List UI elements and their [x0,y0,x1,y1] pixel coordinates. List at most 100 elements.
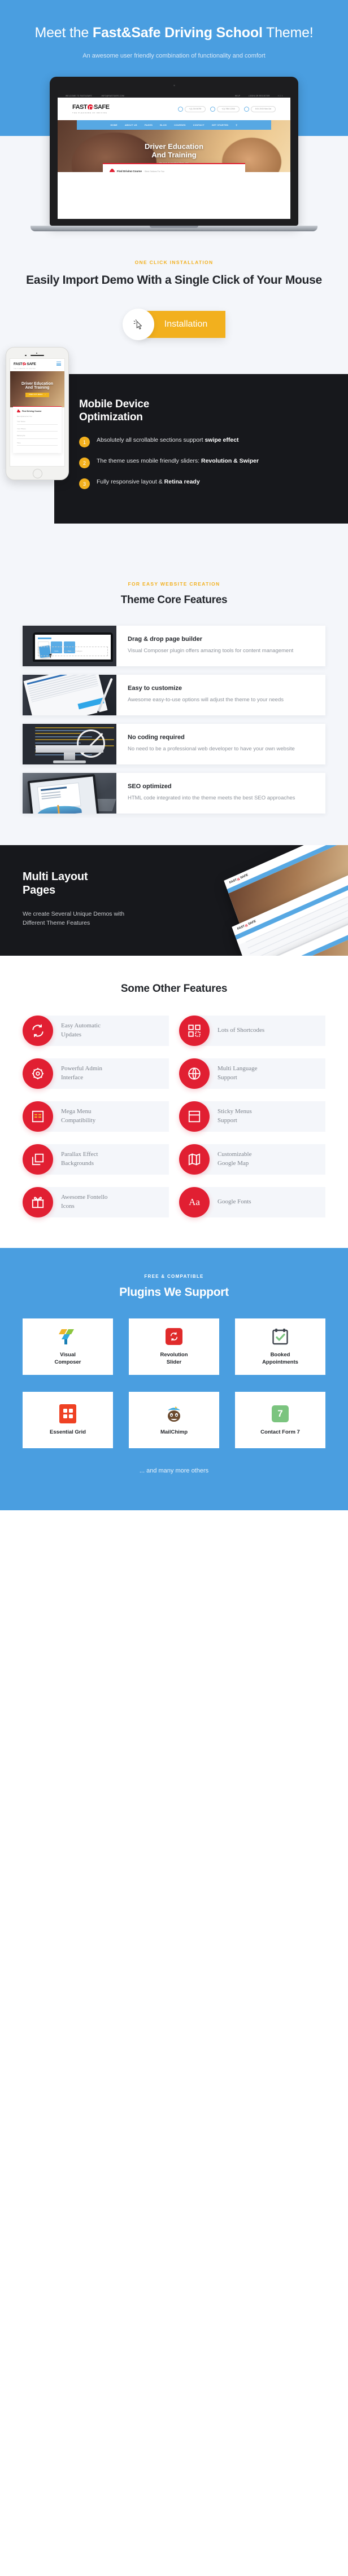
plugin-card[interactable]: Booked Appointments [235,1318,325,1375]
contact-phone-1: +(1) 234 56789 [184,105,206,112]
social-icons: f ☐ t [278,94,282,97]
preview-hero-title: Driver Education And Training [144,142,204,160]
mobile-info-panel: Mobile Device Optimization 1 Absolutely a… [54,373,348,524]
plugin-card[interactable]: Essential Grid [23,1391,113,1448]
preview-page-body [58,172,290,208]
mobile-optimization-section: FAST SAFE THE PLEASURE OF DRIVING Driver … [0,346,348,556]
hero-title-pre: Meet the [34,25,93,41]
feature-title: Drag & drop page builder [128,636,203,643]
seo-tablet-thumb [23,772,116,814]
drop-zone-label: Drag here to add widgets [38,646,108,656]
feature-tile-label: Easy Automatic Updates [61,1022,101,1038]
feature-tile: Mega Menu Compatibility [23,1101,169,1132]
phone-card-sub: Best Options For You [17,415,32,418]
laptop-camera-icon [173,85,175,87]
phone-home-button-icon [32,468,42,478]
laptop-device: WELCOME TO FAST&SAFE INFO@FASTSAFE.COM H… [31,77,317,232]
phone-icon [177,106,183,112]
phone-search-card: Find Driving Course Best Options For You… [13,406,62,454]
feature-tile: Aa Google Fonts [179,1186,325,1217]
nav-pages: PAGES [144,124,153,126]
list-item-text: Fully responsive layout & Retina ready [97,478,200,486]
feature-tile-label: Google Fonts [218,1198,251,1205]
install-title: Easily Import Demo With a Single Click o… [26,274,322,287]
laptop-screen: WELCOME TO FAST&SAFE INFO@FASTSAFE.COM H… [58,90,290,219]
multi-layout-desc: We create Several Unique Demos with Diff… [23,910,125,927]
feature-tile-label: Parallax Effect Backgrounds [61,1150,98,1167]
feature-card: No coding required No need to be a profe… [23,723,325,764]
gear-icon [23,1058,53,1089]
mobile-feature-list: 1 Absolutely all scrollable sections sup… [79,436,330,490]
phone-site-logo: FAST SAFE [14,362,36,366]
installation-button[interactable]: Installation [122,308,226,340]
phone-speaker-icon [25,352,44,357]
phone-field-vehicle: Motorcycle [17,434,58,439]
contact-hours: 8.00-19.00 Mon-Sat [250,105,276,112]
preview-navbar: HOME ABOUT US PAGES BLOG COURSES CONTACT… [77,120,271,130]
feature-tile-label: Lots of Shortcodes [218,1026,265,1034]
sticky-menu-icon [179,1101,210,1132]
plugins-eyebrow: FREE & COMPATIBLE [144,1273,204,1279]
refresh-icon [23,1015,53,1046]
cursor-badge [122,308,154,340]
list-item-text: The theme uses mobile friendly sliders: … [97,458,259,465]
feature-tile-label: Mega Menu Compatibility [61,1107,96,1124]
laptop-base [31,226,317,232]
no-coding-imac-thumb [23,723,116,764]
hero-section: Meet the Fast&Safe Driving School Theme!… [0,0,348,61]
laptop-notch [150,226,198,228]
plugin-card[interactable]: Revolution Slider [129,1318,219,1375]
search-card-title: Find Driving Course [117,170,142,173]
hero-subtitle: An awesome user friendly combination of … [82,52,266,59]
preview-header: FAST SAFE THE PLEASURE OF DRIVING +(1) 23… [58,98,290,121]
mobile-title: Mobile Device Optimization [79,398,150,424]
header-contacts: +(1) 234 56789 +(1) 7654 12345 8.00-19.0… [177,105,276,112]
plugin-card[interactable]: Visual Composer [23,1318,113,1375]
clock-icon [243,106,249,112]
click-cursor-icon [133,319,142,329]
phone-cta-button: FIND OUT MORE › [25,392,49,397]
other-features-title: Some Other Features [120,982,228,995]
feature-desc: Visual Composer plugin offers amazing to… [128,648,294,654]
logo-stopwatch-icon [88,104,94,111]
feature-desc: Awesome easy-to-use options will adjust … [128,697,284,704]
feature-tile-label: Customizable Google Map [218,1150,252,1167]
laptop-mockup-section: WELCOME TO FAST&SAFE INFO@FASTSAFE.COM H… [0,61,348,232]
booked-appointments-logo [271,1327,289,1346]
contact-form-7-logo: 7 [272,1404,289,1423]
nav-blog: BLOG [160,124,167,126]
drag-drop-builder-thumb: Forms Posts Drag here to add widgets [23,625,116,666]
plugin-card[interactable]: 7 Contact Form 7 [235,1391,325,1448]
core-feature-list: Forms Posts Drag here to add widgets Dra… [0,625,348,814]
feature-tile-label: Awesome Fontello Icons [61,1193,108,1210]
mailchimp-logo [164,1404,184,1423]
revolution-slider-logo [166,1327,182,1346]
list-number-badge: 1 [79,437,90,448]
phone-field-time: Time [17,442,58,446]
core-title: Theme Core Features [120,594,228,606]
customize-tablet-thumb [23,674,116,715]
list-item-text: Absolutely all scrollable sections suppo… [97,437,239,444]
plugin-name: Contact Form 7 [260,1428,300,1435]
list-item: 2 The theme uses mobile friendly sliders… [79,457,330,469]
multi-layout-section: FASTSAFE FASTSAFE FASTSAFE Multi LayoutP… [0,845,348,956]
contact-phone-2: +(1) 7654 12345 [217,105,240,112]
feature-tile: Awesome Fontello Icons [23,1186,169,1217]
other-features-section: Some Other Features Easy Automatic Update… [0,955,348,1248]
layout-screenshots: FASTSAFE FASTSAFE FASTSAFE [208,845,348,956]
feature-title: No coding required [128,734,185,741]
plugin-name: Revolution Slider [160,1352,188,1365]
car-icon [110,169,115,173]
gift-icon [23,1186,53,1217]
feature-tile: Multi Language Support [179,1058,325,1089]
page-title: Meet the Fast&Safe Driving School Theme! [23,24,325,42]
map-icon [179,1144,210,1175]
feature-card: Easy to customize Awesome easy-to-use op… [23,674,325,715]
phone-field-name: Your Name [17,420,58,425]
visual-composer-logo [58,1327,77,1346]
plugins-grid: Visual Composer Revolution Slider Booked… [23,1318,325,1448]
laptop-body: WELCOME TO FAST&SAFE INFO@FASTSAFE.COM H… [50,77,298,226]
feature-tile-label: Multi Language Support [218,1065,258,1081]
other-features-grid: Easy Automatic Updates Lots of Shortcodes [23,1015,325,1217]
plugin-card[interactable]: MailChimp [129,1391,219,1448]
